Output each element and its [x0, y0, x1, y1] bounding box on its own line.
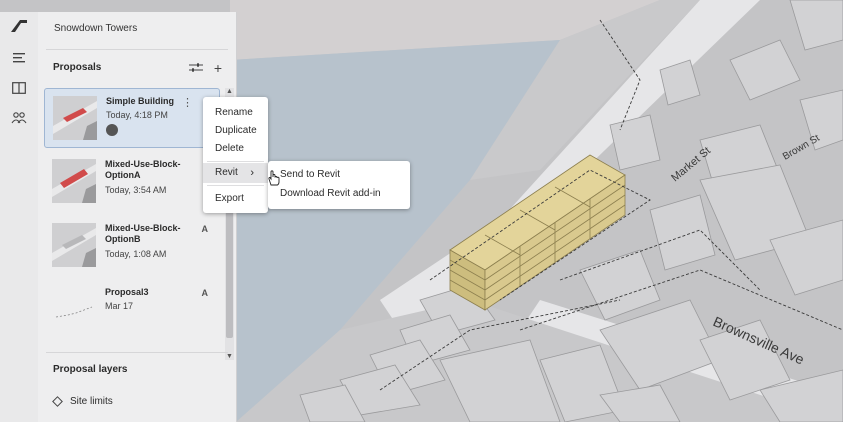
proposal-badge: A [201, 224, 209, 234]
proposal-card-proposal3[interactable]: Proposal3 Mar 17 A [44, 280, 218, 338]
menu-separator [207, 161, 264, 162]
people-icon[interactable] [9, 108, 29, 128]
proposal-badge: A [201, 288, 209, 298]
proposal-thumbnail [52, 223, 96, 267]
divider [46, 49, 228, 50]
layer-item-site-limits[interactable]: Site limits [52, 396, 113, 407]
proposal-name: Mixed-Use-Block-OptionB [105, 223, 181, 244]
proposal-list: Simple Building Today, 4:18 PM ⋮ Mixed-U… [44, 88, 220, 350]
hand-cursor-icon [268, 170, 280, 186]
scroll-up-icon[interactable]: ▲ [225, 88, 234, 95]
list-icon[interactable] [9, 48, 29, 68]
project-title: Snowdown Towers [54, 23, 138, 34]
proposal-thumbnail [52, 287, 96, 331]
proposal-date: Today, 1:08 AM [105, 249, 167, 259]
chevron-right-icon: › [250, 167, 254, 179]
plus-icon: + [213, 60, 223, 76]
menu-item-export[interactable]: Export [215, 193, 244, 204]
app-logo-icon[interactable] [9, 16, 29, 36]
menu-item-revit[interactable]: Revit › [203, 163, 268, 183]
menu-item-delete[interactable]: Delete [215, 143, 244, 154]
avatar [106, 124, 118, 136]
proposal-date: Mar 17 [105, 301, 134, 311]
proposal-thumbnail [53, 96, 97, 140]
revit-submenu: Send to Revit Download Revit add-in [268, 161, 410, 209]
menu-item-download-revit-addin[interactable]: Download Revit add-in [280, 188, 381, 199]
proposal-name: Mixed-Use-Block-OptionA [105, 159, 181, 180]
scroll-down-icon[interactable]: ▼ [225, 353, 234, 360]
proposals-panel: Snowdown Towers Proposals + Simple Build… [38, 12, 236, 422]
proposal-thumbnail [52, 159, 96, 203]
menu-item-revit-label: Revit [215, 167, 238, 178]
layer-diamond-icon [52, 396, 63, 407]
proposal-layers-title: Proposal layers [53, 364, 128, 375]
proposal-card-option-a[interactable]: Mixed-Use-Block-OptionA Today, 3:54 AM [44, 152, 218, 210]
proposal-date: Today, 4:18 PM [106, 110, 168, 120]
left-icon-rail [0, 12, 39, 422]
divider [46, 352, 228, 353]
proposal-date: Today, 3:54 AM [105, 185, 167, 195]
more-options-icon[interactable]: ⋮ [182, 96, 193, 109]
menu-separator [207, 185, 264, 186]
proposal-card-option-b[interactable]: Mixed-Use-Block-OptionB Today, 1:08 AM A [44, 216, 218, 274]
layer-label: Site limits [70, 396, 113, 407]
add-proposal-button[interactable]: + [210, 60, 226, 76]
proposal-context-menu: Rename Duplicate Delete Revit › Export [203, 97, 268, 213]
proposal-name: Proposal3 [105, 287, 149, 297]
proposals-section-title: Proposals [53, 62, 102, 73]
filter-sliders-icon[interactable] [188, 61, 204, 75]
menu-item-rename[interactable]: Rename [215, 107, 253, 118]
proposal-card-simple-building[interactable]: Simple Building Today, 4:18 PM ⋮ [44, 88, 220, 148]
menu-item-send-to-revit[interactable]: Send to Revit [280, 169, 340, 180]
menu-item-duplicate[interactable]: Duplicate [215, 125, 257, 136]
book-icon[interactable] [9, 78, 29, 98]
